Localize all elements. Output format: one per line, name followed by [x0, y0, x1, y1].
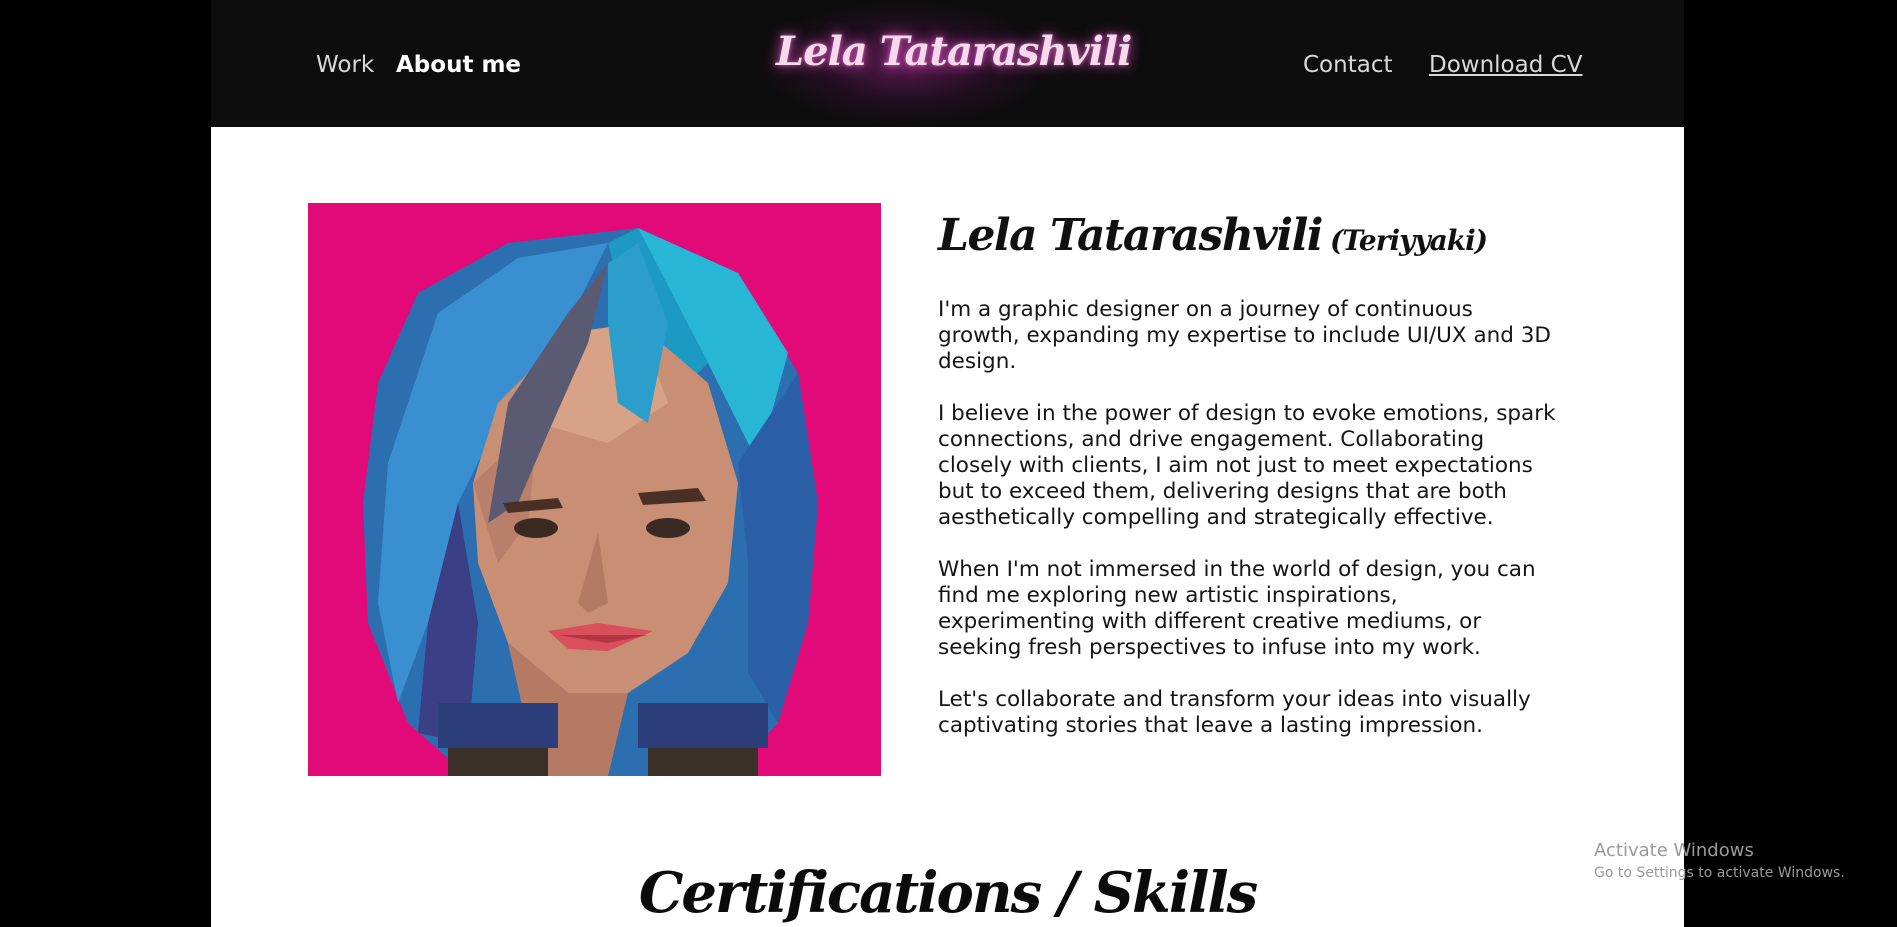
nav-contact-link[interactable]: Contact [1303, 52, 1392, 78]
bio-paragraph: When I'm not immersed in the world of de… [938, 557, 1536, 660]
intro-heading: Lela Tatarashvili (Teriyyaki) [938, 210, 1488, 261]
bio-text: I'm a graphic designer on a journey of c… [938, 297, 1558, 765]
page: Work About me Lela Tatarashvili Contact … [211, 0, 1684, 927]
site-logo[interactable]: Lela Tatarashvili [776, 28, 1132, 75]
intro-name: Lela Tatarashvili [938, 210, 1324, 261]
portrait-illustration [363, 228, 818, 776]
bio-paragraph: I'm a graphic designer on a journey of c… [938, 297, 1551, 374]
nav-about-link[interactable]: About me [396, 52, 521, 78]
portrait-image [308, 203, 881, 776]
intro-nickname: (Teriyyaki) [1330, 224, 1488, 257]
watermark-title: Activate Windows [1594, 840, 1754, 861]
nav-work-link[interactable]: Work [316, 52, 374, 78]
site-header: Work About me Lela Tatarashvili Contact … [211, 0, 1684, 127]
download-cv-link[interactable]: Download CV [1429, 52, 1582, 78]
certifications-skills-heading: Certifications / Skills [638, 860, 1258, 926]
windows-activation-watermark: Activate Windows Go to Settings to activ… [1594, 840, 1845, 881]
watermark-subtitle: Go to Settings to activate Windows. [1594, 865, 1845, 881]
bio-paragraph: Let's collaborate and transform your ide… [938, 687, 1531, 738]
bio-paragraph: I believe in the power of design to evok… [938, 401, 1556, 530]
